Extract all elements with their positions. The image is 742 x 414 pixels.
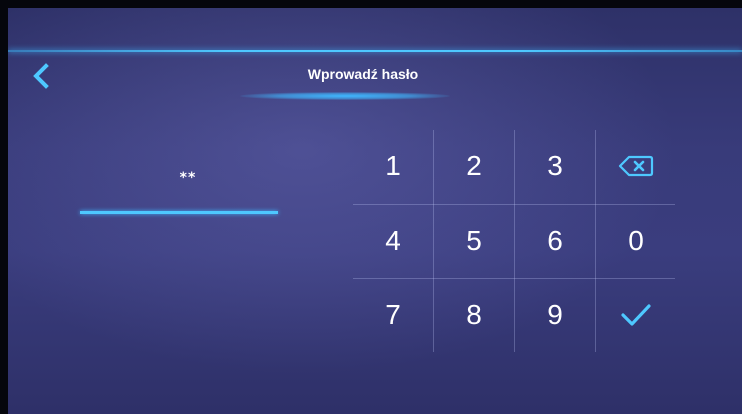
backspace-icon [618, 155, 654, 177]
key-8[interactable]: 8 [434, 279, 514, 351]
confirm-button[interactable] [596, 279, 676, 351]
key-4[interactable]: 4 [353, 205, 433, 277]
backspace-button[interactable] [596, 130, 676, 202]
key-5[interactable]: 5 [434, 205, 514, 277]
title-glow [240, 92, 450, 100]
key-7[interactable]: 7 [353, 279, 433, 351]
key-9[interactable]: 9 [515, 279, 595, 351]
password-screen: Wprowadź hasło ** 1 2 3 4 5 6 0 7 8 9 [8, 8, 742, 414]
key-6[interactable]: 6 [515, 205, 595, 277]
key-0[interactable]: 0 [596, 205, 676, 277]
key-1[interactable]: 1 [353, 130, 433, 202]
password-underline [80, 211, 278, 214]
checkmark-icon [621, 304, 651, 326]
back-button[interactable] [30, 62, 52, 90]
numeric-keypad: 1 2 3 4 5 6 0 7 8 9 [353, 130, 675, 352]
chevron-left-icon [33, 63, 49, 89]
header-divider [8, 50, 742, 52]
key-3[interactable]: 3 [515, 130, 595, 202]
page-title: Wprowadź hasło [307, 66, 419, 82]
key-2[interactable]: 2 [434, 130, 514, 202]
password-field[interactable]: ** [158, 170, 218, 186]
